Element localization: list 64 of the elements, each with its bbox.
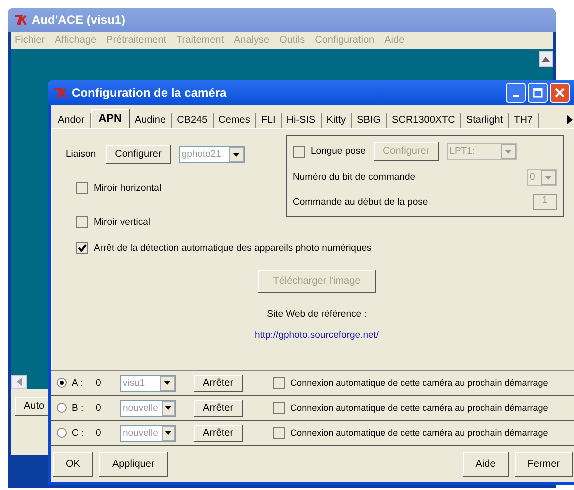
- window-title: Aud'ACE (visu1): [32, 13, 126, 27]
- tab[interactable]: Hi-SIS: [282, 113, 322, 128]
- stop-button[interactable]: Arrêter: [194, 400, 243, 416]
- tab[interactable]: SCR1300XTC: [387, 113, 462, 128]
- scroll-right-icon[interactable]: [564, 115, 573, 128]
- checkbox-box[interactable]: [76, 182, 88, 194]
- tab[interactable]: FLI: [256, 113, 282, 128]
- checkbox[interactable]: Arrêt de la détection automatique des appareils photo numériques: [76, 242, 568, 254]
- bit-number-label: Numéro du bit de commande: [293, 172, 416, 183]
- tk-logo-icon: [14, 14, 28, 26]
- tab[interactable]: SBIG: [352, 113, 388, 128]
- dialog-title: Configuration de la caméra: [72, 86, 227, 100]
- tab[interactable]: Starlight: [461, 113, 510, 128]
- tab[interactable]: TH7: [509, 113, 539, 128]
- tab[interactable]: APN: [90, 109, 130, 128]
- checkbox[interactable]: Miroir horizontal: [76, 182, 245, 194]
- checkbox[interactable]: Miroir vertical: [76, 216, 245, 228]
- camera-letter: A :: [72, 378, 84, 388]
- dialog-button[interactable]: OK: [53, 452, 94, 476]
- website-link[interactable]: http://gphoto.sourceforge.net/: [254, 330, 380, 341]
- camera-number: 0: [96, 402, 102, 414]
- caret-icon: [545, 176, 552, 180]
- caret-icon: [165, 406, 172, 410]
- dialog-button[interactable]: Appliquer: [99, 452, 168, 476]
- caret-icon: [164, 381, 171, 385]
- up-arrow-icon: [542, 56, 550, 62]
- radio-button[interactable]: [57, 428, 67, 438]
- liaison-label: Liaison: [66, 149, 96, 160]
- scroll-left-button[interactable]: [11, 375, 27, 389]
- caret-icon: [504, 150, 512, 154]
- dialog-button[interactable]: Fermer: [514, 452, 573, 476]
- dialog-button[interactable]: Aide: [462, 452, 509, 476]
- tab[interactable]: Cemes: [214, 113, 256, 128]
- tab[interactable]: CB245: [172, 113, 214, 128]
- camera-letter: B :: [72, 402, 85, 414]
- checkbox-box[interactable]: [76, 242, 88, 254]
- command-label: Commande au début de la pose: [293, 196, 428, 208]
- checkbox[interactable]: Longue pose: [293, 146, 366, 158]
- minimize-icon: [513, 94, 519, 96]
- radio-button[interactable]: [57, 378, 67, 388]
- maximize-button[interactable]: [528, 82, 548, 102]
- camera-letter: C :: [72, 428, 86, 438]
- camera-number: 0: [96, 428, 102, 438]
- left-arrow-icon: [16, 378, 22, 386]
- stop-button[interactable]: Arrêter: [194, 424, 243, 442]
- stop-button[interactable]: Arrêter: [194, 374, 243, 392]
- checkbox[interactable]: Connexion automatique de cette caméra au prochain démarrage: [272, 427, 548, 439]
- tab[interactable]: Kitty: [322, 113, 352, 128]
- camera-number: 0: [96, 378, 102, 388]
- radio-button[interactable]: [57, 403, 67, 413]
- tab[interactable]: Audine: [130, 113, 172, 128]
- configure-button[interactable]: Configurer: [106, 145, 171, 164]
- caret-icon: [232, 152, 240, 156]
- scroll-up-button[interactable]: [539, 51, 553, 67]
- close-button[interactable]: [550, 82, 570, 102]
- checkbox-box[interactable]: [76, 216, 88, 228]
- maximize-icon: [533, 88, 543, 98]
- website-label: Site Web de référence :: [267, 309, 367, 320]
- checkbox[interactable]: Connexion automatique de cette caméra au prochain démarrage: [272, 402, 548, 414]
- tk-logo-icon: [54, 86, 68, 98]
- caret-icon: [165, 431, 172, 435]
- close-icon: [555, 88, 565, 98]
- minimize-button[interactable]: [506, 82, 526, 102]
- checkbox[interactable]: Connexion automatique de cette caméra au prochain démarrage: [272, 377, 548, 389]
